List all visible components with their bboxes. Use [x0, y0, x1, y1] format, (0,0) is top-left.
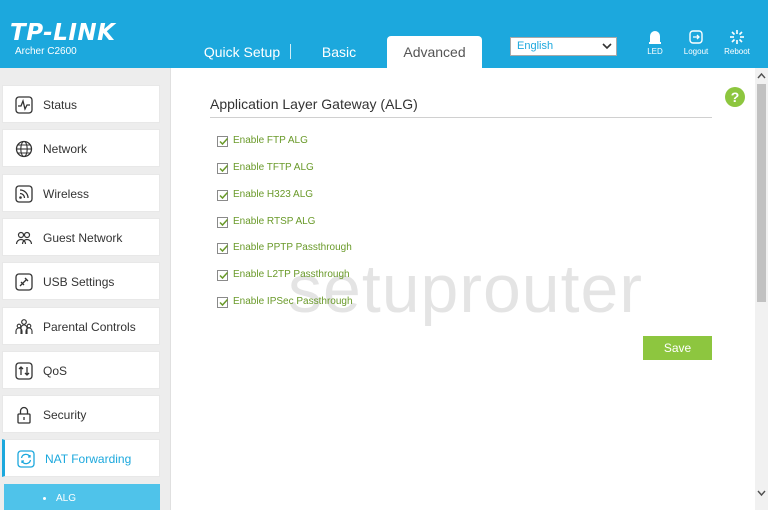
sidebar-item-label: Network — [43, 142, 88, 156]
sidebar-item-label: Wireless — [43, 187, 90, 201]
scroll-down-icon[interactable] — [755, 487, 768, 499]
checkbox-label: Enable TFTP ALG — [233, 162, 314, 173]
wireless-icon — [15, 185, 33, 203]
checkbox[interactable] — [217, 217, 229, 228]
sidebar-item-qos[interactable]: QoS — [2, 351, 160, 389]
guest-network-icon — [15, 231, 33, 245]
checkbox-label: Enable IPSec Passthrough — [233, 296, 353, 307]
language-select[interactable]: English — [510, 37, 617, 56]
sidebar-item-parental-controls[interactable]: Parental Controls — [2, 307, 160, 345]
reboot-button[interactable]: Reboot — [717, 29, 757, 56]
divider — [210, 117, 712, 118]
checkmark-icon — [219, 298, 229, 307]
save-button[interactable]: Save — [643, 336, 712, 360]
model-name: Archer C2600 — [15, 46, 77, 57]
checkbox[interactable] — [217, 297, 229, 308]
led-icon — [649, 31, 661, 44]
sidebar-item-wireless[interactable]: Wireless — [2, 174, 160, 212]
usb-icon — [15, 273, 33, 291]
sidebar-subitem-label: ALG — [56, 493, 77, 504]
sidebar-subitem-alg[interactable]: ALG — [4, 484, 160, 510]
checkbox-label: Enable FTP ALG — [233, 135, 308, 146]
sidebar-item-label: NAT Forwarding — [45, 452, 132, 466]
led-button[interactable]: LED — [635, 29, 675, 56]
checkmark-icon — [219, 191, 229, 200]
status-icon — [15, 96, 33, 114]
sidebar-item-guest-network[interactable]: Guest Network — [2, 218, 160, 256]
sidebar-item-status[interactable]: Status — [2, 85, 160, 123]
watermark: setuprouter — [288, 251, 643, 327]
page-title: Application Layer Gateway (ALG) — [210, 96, 418, 112]
tab-divider — [290, 44, 291, 59]
sidebar-item-label: Status — [43, 98, 78, 112]
sidebar-item-label: USB Settings — [43, 275, 115, 289]
scroll-up-icon[interactable] — [755, 70, 768, 82]
globe-icon — [15, 140, 33, 158]
reboot-icon — [730, 30, 744, 44]
checkbox-label: Enable PPTP Passthrough — [233, 242, 352, 253]
tab-basic[interactable]: Basic — [310, 36, 368, 68]
sidebar-item-usb-settings[interactable]: USB Settings — [2, 262, 160, 300]
tab-advanced[interactable]: Advanced — [387, 36, 482, 68]
bullet-icon — [43, 497, 46, 500]
checkbox[interactable] — [217, 136, 229, 147]
tab-quick-setup[interactable]: Quick Setup — [196, 36, 288, 68]
checkbox[interactable] — [217, 190, 229, 201]
tp-link-logo: TP-LINK — [10, 20, 116, 46]
sidebar-item-network[interactable]: Network — [2, 129, 160, 167]
checkbox[interactable] — [217, 163, 229, 174]
checkmark-icon — [219, 244, 229, 253]
checkmark-icon — [219, 271, 229, 280]
checkbox-label: Enable H323 ALG — [233, 189, 314, 200]
reboot-label: Reboot — [724, 47, 750, 56]
checkbox[interactable] — [217, 270, 229, 281]
lock-icon — [17, 406, 31, 424]
checkbox-label: Enable L2TP Passthrough — [233, 269, 350, 280]
sidebar-item-label: Security — [43, 408, 87, 422]
help-icon[interactable]: ? — [725, 87, 745, 107]
checkmark-icon — [219, 164, 229, 173]
qos-icon — [15, 362, 33, 380]
sidebar-item-label: QoS — [43, 364, 68, 378]
sidebar-item-label: Guest Network — [43, 231, 123, 245]
logout-label: Logout — [683, 47, 709, 56]
top-header: TP-LINK Archer C2600 Quick Setup Basic A… — [0, 0, 768, 68]
nat-forwarding-icon — [17, 450, 35, 468]
logout-button[interactable]: Logout — [676, 29, 716, 56]
scrollbar-thumb[interactable] — [757, 84, 766, 302]
checkmark-icon — [219, 218, 229, 227]
parental-controls-icon — [15, 319, 33, 334]
led-label: LED — [647, 47, 663, 56]
checkbox-label: Enable RTSP ALG — [233, 216, 316, 227]
language-value: English — [517, 40, 554, 52]
sidebar-item-label: Parental Controls — [43, 320, 136, 334]
chevron-down-icon — [602, 43, 612, 50]
checkmark-icon — [219, 137, 229, 146]
sidebar-item-nat-forwarding[interactable]: NAT Forwarding — [2, 439, 160, 477]
checkbox[interactable] — [217, 243, 229, 254]
sidebar-item-security[interactable]: Security — [2, 395, 160, 433]
logout-icon — [689, 30, 703, 44]
